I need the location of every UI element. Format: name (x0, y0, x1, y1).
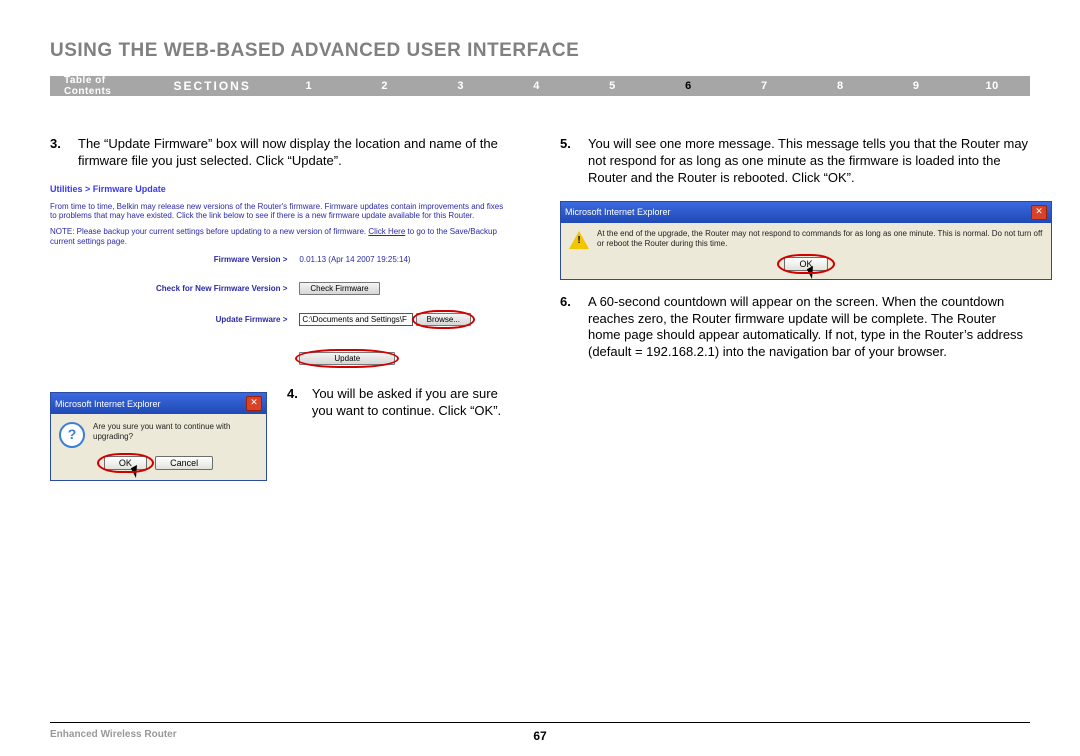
note-paragraph: NOTE: Please backup your current setting… (50, 227, 510, 246)
breadcrumb: Utilities > Firmware Update (50, 184, 510, 194)
step-4-text: You will be asked if you are sure you wa… (312, 386, 520, 420)
sections-label: SECTIONS (166, 79, 271, 93)
step-3-text: The “Update Firmware” box will now displ… (78, 136, 520, 170)
section-nav: Table of Contents SECTIONS 1 2 3 4 5 6 7… (50, 76, 1030, 96)
step-5: 5. You will see one more message. This m… (560, 136, 1030, 187)
page-number: 67 (533, 729, 546, 743)
step-6-number: 6. (560, 294, 574, 362)
check-firmware-label: Check for New Firmware Version > (150, 279, 293, 298)
section-link-6[interactable]: 6 (650, 80, 726, 92)
section-link-10[interactable]: 10 (954, 80, 1030, 92)
step-5-text: You will see one more message. This mess… (588, 136, 1030, 187)
product-name: Enhanced Wireless Router (50, 729, 177, 740)
section-link-7[interactable]: 7 (726, 80, 802, 92)
step-6-text: A 60-second countdown will appear on the… (588, 294, 1030, 362)
step-6: 6. A 60-second countdown will appear on … (560, 294, 1030, 362)
dialog-title: Microsoft Internet Explorer (55, 399, 161, 409)
update-firmware-label: Update Firmware > (150, 310, 293, 329)
close-icon[interactable]: ✕ (1031, 205, 1047, 220)
warning-message: At the end of the upgrade, the Router ma… (597, 229, 1043, 249)
section-link-9[interactable]: 9 (878, 80, 954, 92)
step-3: 3. The “Update Firmware” box will now di… (50, 136, 520, 170)
section-link-5[interactable]: 5 (575, 80, 651, 92)
question-icon: ? (59, 422, 85, 448)
firmware-version-value: 0.01.13 (Apr 14 2007 19:25:14) (293, 252, 477, 267)
step-4: 4. You will be asked if you are sure you… (287, 386, 520, 420)
firmware-version-label: Firmware Version > (150, 252, 293, 267)
intro-paragraph: From time to time, Belkin may release ne… (50, 202, 510, 221)
note-text-a: NOTE: Please backup your current setting… (50, 227, 368, 236)
step-4-number: 4. (287, 386, 298, 420)
update-button[interactable]: Update (299, 352, 395, 365)
left-column: 3. The “Update Firmware” box will now di… (50, 136, 520, 495)
confirm-dialog: Microsoft Internet Explorer ✕ ? Are you … (50, 392, 267, 481)
browse-button[interactable]: Browse... (416, 313, 471, 326)
cancel-button[interactable]: Cancel (155, 456, 213, 470)
ok-button[interactable]: OK (784, 257, 827, 271)
section-link-4[interactable]: 4 (499, 80, 575, 92)
click-here-link[interactable]: Click Here (368, 227, 405, 236)
dialog-title: Microsoft Internet Explorer (565, 207, 671, 217)
close-icon[interactable]: ✕ (246, 396, 262, 411)
section-link-3[interactable]: 3 (423, 80, 499, 92)
warning-dialog: Microsoft Internet Explorer ✕ At the end… (560, 201, 1052, 280)
page-footer: Enhanced Wireless Router 67 (50, 722, 1030, 740)
firmware-update-screenshot: Utilities > Firmware Update From time to… (50, 184, 510, 368)
step-3-number: 3. (50, 136, 64, 170)
confirm-message: Are you sure you want to continue with u… (93, 422, 258, 442)
toc-link[interactable]: Table of Contents (50, 75, 166, 97)
check-firmware-button[interactable]: Check Firmware (299, 282, 379, 295)
section-link-2[interactable]: 2 (347, 80, 423, 92)
firmware-path-input[interactable] (299, 313, 413, 326)
section-link-8[interactable]: 8 (802, 80, 878, 92)
page-title: USING THE WEB-BASED ADVANCED USER INTERF… (50, 40, 1030, 62)
step-5-number: 5. (560, 136, 574, 187)
section-link-1[interactable]: 1 (271, 80, 347, 92)
right-column: 5. You will see one more message. This m… (560, 136, 1030, 495)
warning-icon (569, 231, 589, 249)
ok-button[interactable]: OK (104, 456, 147, 470)
